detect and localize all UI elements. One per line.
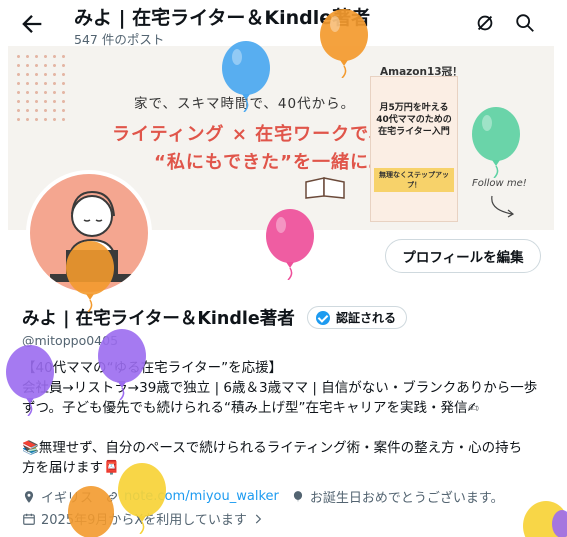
top-bar: みよ | 在宅ライター＆Kindle著者 547 件のポスト bbox=[0, 0, 567, 47]
balloon-icon bbox=[293, 490, 302, 502]
balloon-orange bbox=[320, 9, 368, 78]
calendar-icon bbox=[23, 513, 35, 525]
balloon-yellow-2 bbox=[523, 501, 567, 537]
bio-line: 📚無理せず、自分のペースで続けられるライティング術・案件の整え方・心の持ち bbox=[22, 440, 523, 456]
balloon-purple-2 bbox=[6, 345, 54, 416]
get-verified-button[interactable]: 認証される bbox=[307, 306, 408, 329]
follow-me-text: Follow me! bbox=[472, 178, 527, 189]
book-title: 月5万円を叶える 40代ママのための 在宅ライター入門 bbox=[376, 103, 452, 137]
arrow-left-icon[interactable] bbox=[18, 10, 46, 38]
balloon-orange-2 bbox=[66, 241, 114, 312]
balloon-green bbox=[472, 107, 520, 178]
bio-line: 【40代ママの“ゆる在宅ライター”を応援】 bbox=[22, 360, 283, 376]
balloon-orange-3 bbox=[68, 486, 114, 537]
book-band: 無理なくステップアップ！ bbox=[374, 168, 454, 192]
balloon-pink bbox=[266, 209, 314, 280]
bio-line: 方を届けます📮 bbox=[22, 460, 120, 476]
bio-line: ずつ。子ども優先でも続けられる“積み上げ型”在宅キャリアを実践・発信✍ bbox=[22, 400, 479, 416]
banner-headline-1: ライティング × 在宅ワークで、 bbox=[112, 124, 388, 145]
open-book-icon bbox=[305, 177, 345, 199]
search-icon[interactable] bbox=[514, 12, 536, 34]
edit-profile-button[interactable]: プロフィールを編集 bbox=[385, 239, 541, 273]
balloon-yellow bbox=[118, 463, 166, 534]
birthday-text: お誕生日おめでとうございます。 bbox=[309, 491, 504, 506]
dot-pattern bbox=[14, 52, 70, 122]
chevron-right-icon bbox=[255, 514, 262, 523]
location-icon bbox=[24, 490, 34, 503]
balloon-purple bbox=[98, 329, 146, 400]
analytics-icon[interactable] bbox=[474, 12, 496, 34]
verified-badge-icon bbox=[316, 310, 330, 325]
banner-headline-2: “私にもできた”を一緒に。 bbox=[154, 152, 388, 173]
balloon-blue bbox=[222, 41, 270, 112]
post-count: 547 件のポスト bbox=[74, 32, 165, 47]
arrow-doodle-icon bbox=[491, 195, 515, 218]
book-cover bbox=[370, 76, 458, 222]
verify-label: 認証される bbox=[336, 311, 397, 325]
display-name: みよ | 在宅ライター＆Kindle著者 bbox=[22, 309, 295, 329]
